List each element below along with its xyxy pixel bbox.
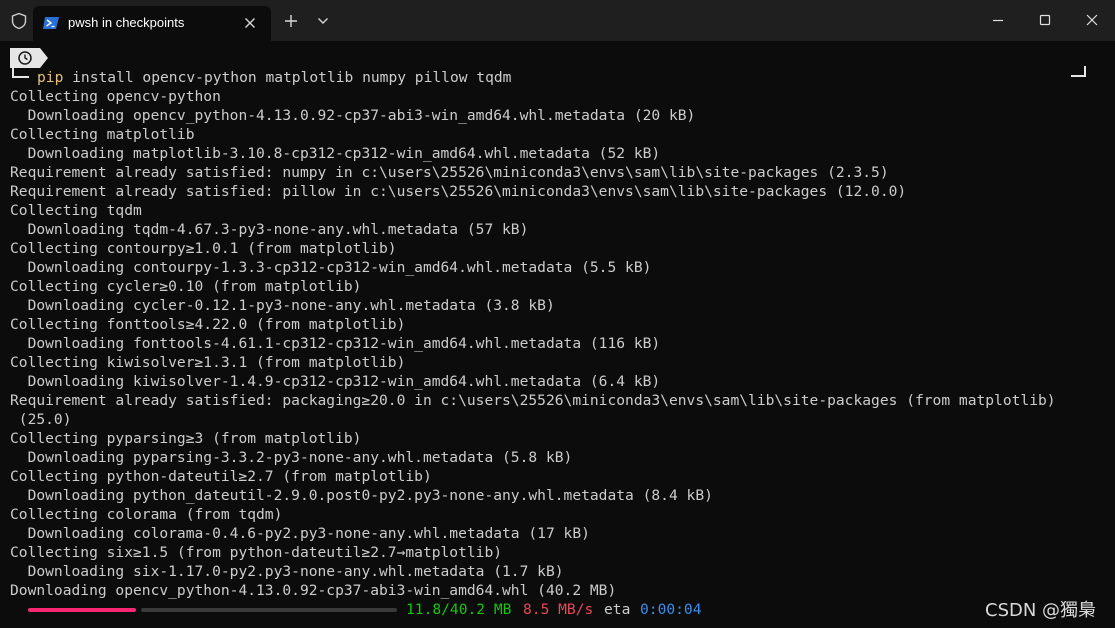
output-line: Collecting pyparsing≥3 (from matplotlib) [10, 430, 362, 447]
output-line: Collecting cycler≥0.10 (from matplotlib) [10, 278, 362, 295]
output-line: Collecting contourpy≥1.0.1 (from matplot… [10, 240, 397, 257]
command-keyword: pip [37, 69, 64, 86]
chevron-down-icon[interactable] [317, 17, 329, 25]
progress-downloaded: 11.8/40.2 MB [406, 601, 512, 618]
output-line: Downloading cycler-0.12.1-py3-none-any.w… [10, 297, 555, 314]
powershell-icon [43, 17, 59, 29]
output-line: Collecting fonttools≥4.22.0 (from matplo… [10, 316, 406, 333]
output-line: Requirement already satisfied: pillow in… [10, 183, 907, 200]
output-line: Collecting six≥1.5 (from python-dateutil… [10, 544, 503, 561]
output-line: Downloading six-1.17.0-py2.py3-none-any.… [10, 563, 564, 580]
output-line: Downloading tqdm-4.67.3-py3-none-any.whl… [10, 221, 529, 238]
progress-eta: 0:00:04 [640, 601, 702, 618]
watermark: CSDN @獨梟 [985, 600, 1097, 621]
output-line: Downloading opencv_python-4.13.0.92-cp37… [10, 582, 617, 599]
output-line: Downloading colorama-0.4.6-py2.py3-none-… [10, 525, 590, 542]
output-line: Downloading fonttools-4.61.1-cp312-cp312… [10, 335, 661, 352]
close-icon[interactable] [1084, 12, 1100, 28]
output-line: Collecting opencv-python [10, 88, 221, 105]
output-line: Collecting tqdm [10, 202, 142, 219]
clock-icon [10, 48, 48, 68]
progress-eta-label: eta [604, 601, 631, 618]
output-line: Downloading pyparsing-3.3.2-py3-none-any… [10, 449, 573, 466]
prompt-connector [12, 66, 29, 78]
output-line: Collecting colorama (from tqdm) [10, 506, 283, 523]
close-icon[interactable] [241, 14, 259, 32]
minimize-icon[interactable] [990, 12, 1006, 28]
output-line: Requirement already satisfied: numpy in … [10, 164, 889, 181]
output-line: Collecting python-dateutil≥2.7 (from mat… [10, 468, 432, 485]
shield-icon[interactable] [10, 12, 28, 30]
output-line: Downloading python_dateutil-2.9.0.post0-… [10, 487, 713, 504]
output-line: (25.0) [10, 411, 72, 428]
output-line: Collecting matplotlib [10, 126, 195, 143]
tab-title: pwsh in checkpoints [68, 15, 185, 30]
title-bar: pwsh in checkpoints [0, 0, 1115, 41]
prompt-right-connector [1071, 66, 1086, 77]
output-line: Collecting kiwisolver≥1.3.1 (from matplo… [10, 354, 406, 371]
output-line: Requirement already satisfied: packaging… [10, 392, 1056, 409]
command-line: pip install opencv-python matplotlib num… [37, 68, 511, 87]
output-line: Downloading contourpy-1.3.3-cp312-cp312-… [10, 259, 652, 276]
maximize-icon[interactable] [1037, 12, 1053, 28]
terminal-tab[interactable]: pwsh in checkpoints [33, 6, 271, 41]
plus-icon[interactable] [284, 14, 298, 28]
progress-speed: 8.5 MB/s [523, 601, 594, 618]
command-args: install opencv-python matplotlib numpy p… [63, 69, 512, 86]
progress-bar-complete [28, 608, 136, 612]
output-line: Downloading opencv_python-4.13.0.92-cp37… [10, 107, 696, 124]
progress-bar-remaining [141, 608, 397, 612]
output-line: Downloading matplotlib-3.10.8-cp312-cp31… [10, 145, 661, 162]
output-line: Downloading kiwisolver-1.4.9-cp312-cp312… [10, 373, 661, 390]
